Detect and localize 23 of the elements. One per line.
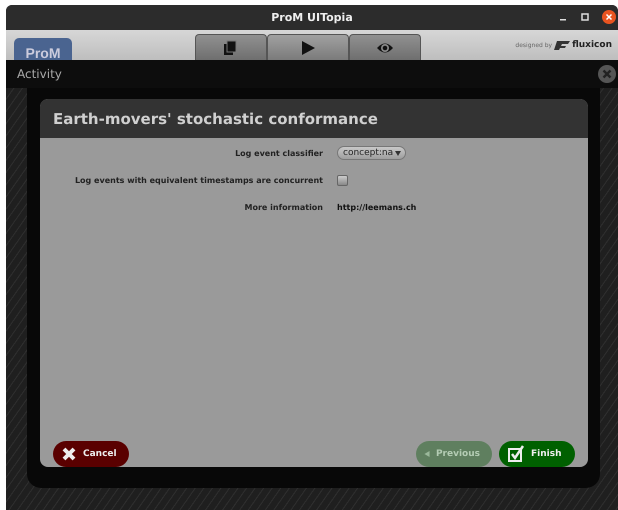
checkbox-tick-icon bbox=[507, 445, 525, 463]
prom-logo[interactable]: ProM bbox=[14, 38, 72, 60]
activity-title: Activity bbox=[17, 67, 62, 81]
play-icon bbox=[299, 38, 317, 56]
close-icon[interactable] bbox=[602, 10, 616, 24]
cross-icon bbox=[61, 446, 77, 462]
caret-icon bbox=[395, 150, 402, 156]
field-label: Log event classifier bbox=[235, 148, 323, 158]
checkbox[interactable] bbox=[337, 174, 348, 186]
finish-button[interactable]: Finish bbox=[499, 441, 575, 467]
maximize-icon[interactable] bbox=[580, 12, 590, 22]
field-label: Log events with equivalent timestamps are concurrent bbox=[74, 176, 323, 184]
field-label: More information bbox=[244, 202, 323, 212]
cancel-button[interactable]: Cancel bbox=[53, 441, 129, 467]
fluxicon-logo-icon bbox=[554, 40, 570, 50]
classifier-dropdown[interactable]: concept:na bbox=[337, 146, 406, 160]
toolbar-tab[interactable] bbox=[195, 34, 267, 60]
dialog-title: Earth-movers' stochastic conformance bbox=[53, 110, 378, 128]
link[interactable]: http://leemans.ch bbox=[337, 202, 416, 212]
window-title: ProM UITopia bbox=[271, 11, 353, 24]
toolbar-tab[interactable] bbox=[267, 34, 349, 60]
brand-name: fluxicon bbox=[572, 40, 612, 50]
toolbar-tab[interactable] bbox=[349, 34, 421, 60]
